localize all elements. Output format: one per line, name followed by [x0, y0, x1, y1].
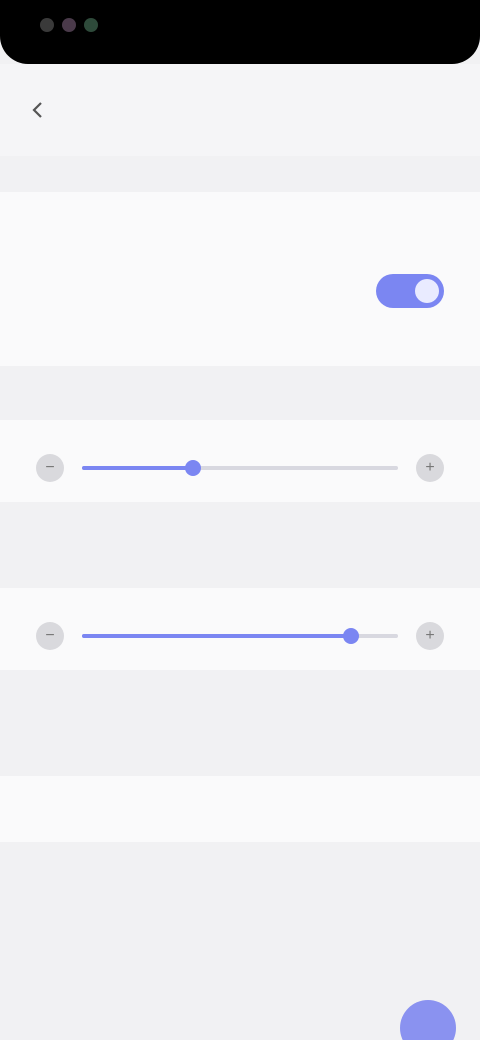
settings-content: − + − +: [0, 156, 480, 842]
slider-row: − +: [36, 452, 444, 484]
slider-card: − +: [0, 588, 480, 670]
settings-card: [0, 192, 480, 366]
plus-icon[interactable]: +: [416, 454, 444, 482]
setting-description-block: [0, 324, 480, 366]
toggle-switch[interactable]: [376, 274, 444, 308]
slider-fill: [82, 466, 193, 470]
setting-toggle-row[interactable]: [0, 258, 480, 324]
slider-row: − +: [36, 620, 444, 652]
status-dot-icon: [40, 18, 54, 32]
section-label: [0, 552, 480, 588]
back-arrow-icon[interactable]: [24, 96, 52, 124]
section-label: [0, 384, 480, 420]
slider-track[interactable]: [82, 628, 398, 644]
section-label: [0, 156, 480, 192]
settings-card: [0, 776, 480, 842]
action-button[interactable]: [400, 1000, 456, 1040]
status-dot-icon: [84, 18, 98, 32]
slider-fill: [82, 634, 351, 638]
setting-row[interactable]: [0, 192, 480, 258]
slider-caption: [0, 502, 480, 552]
slider-card: − +: [0, 420, 480, 502]
status-bar: [0, 0, 480, 64]
plus-icon[interactable]: +: [416, 622, 444, 650]
setting-row[interactable]: [0, 776, 480, 842]
slider-handle[interactable]: [342, 628, 359, 644]
slider-caption: [0, 670, 480, 740]
section-label: [0, 740, 480, 776]
slider-track[interactable]: [82, 460, 398, 476]
app-bar: [0, 64, 480, 156]
slider-handle[interactable]: [184, 460, 201, 476]
minus-icon[interactable]: −: [36, 622, 64, 650]
status-icons: [40, 18, 98, 32]
status-dot-icon: [62, 18, 76, 32]
minus-icon[interactable]: −: [36, 454, 64, 482]
